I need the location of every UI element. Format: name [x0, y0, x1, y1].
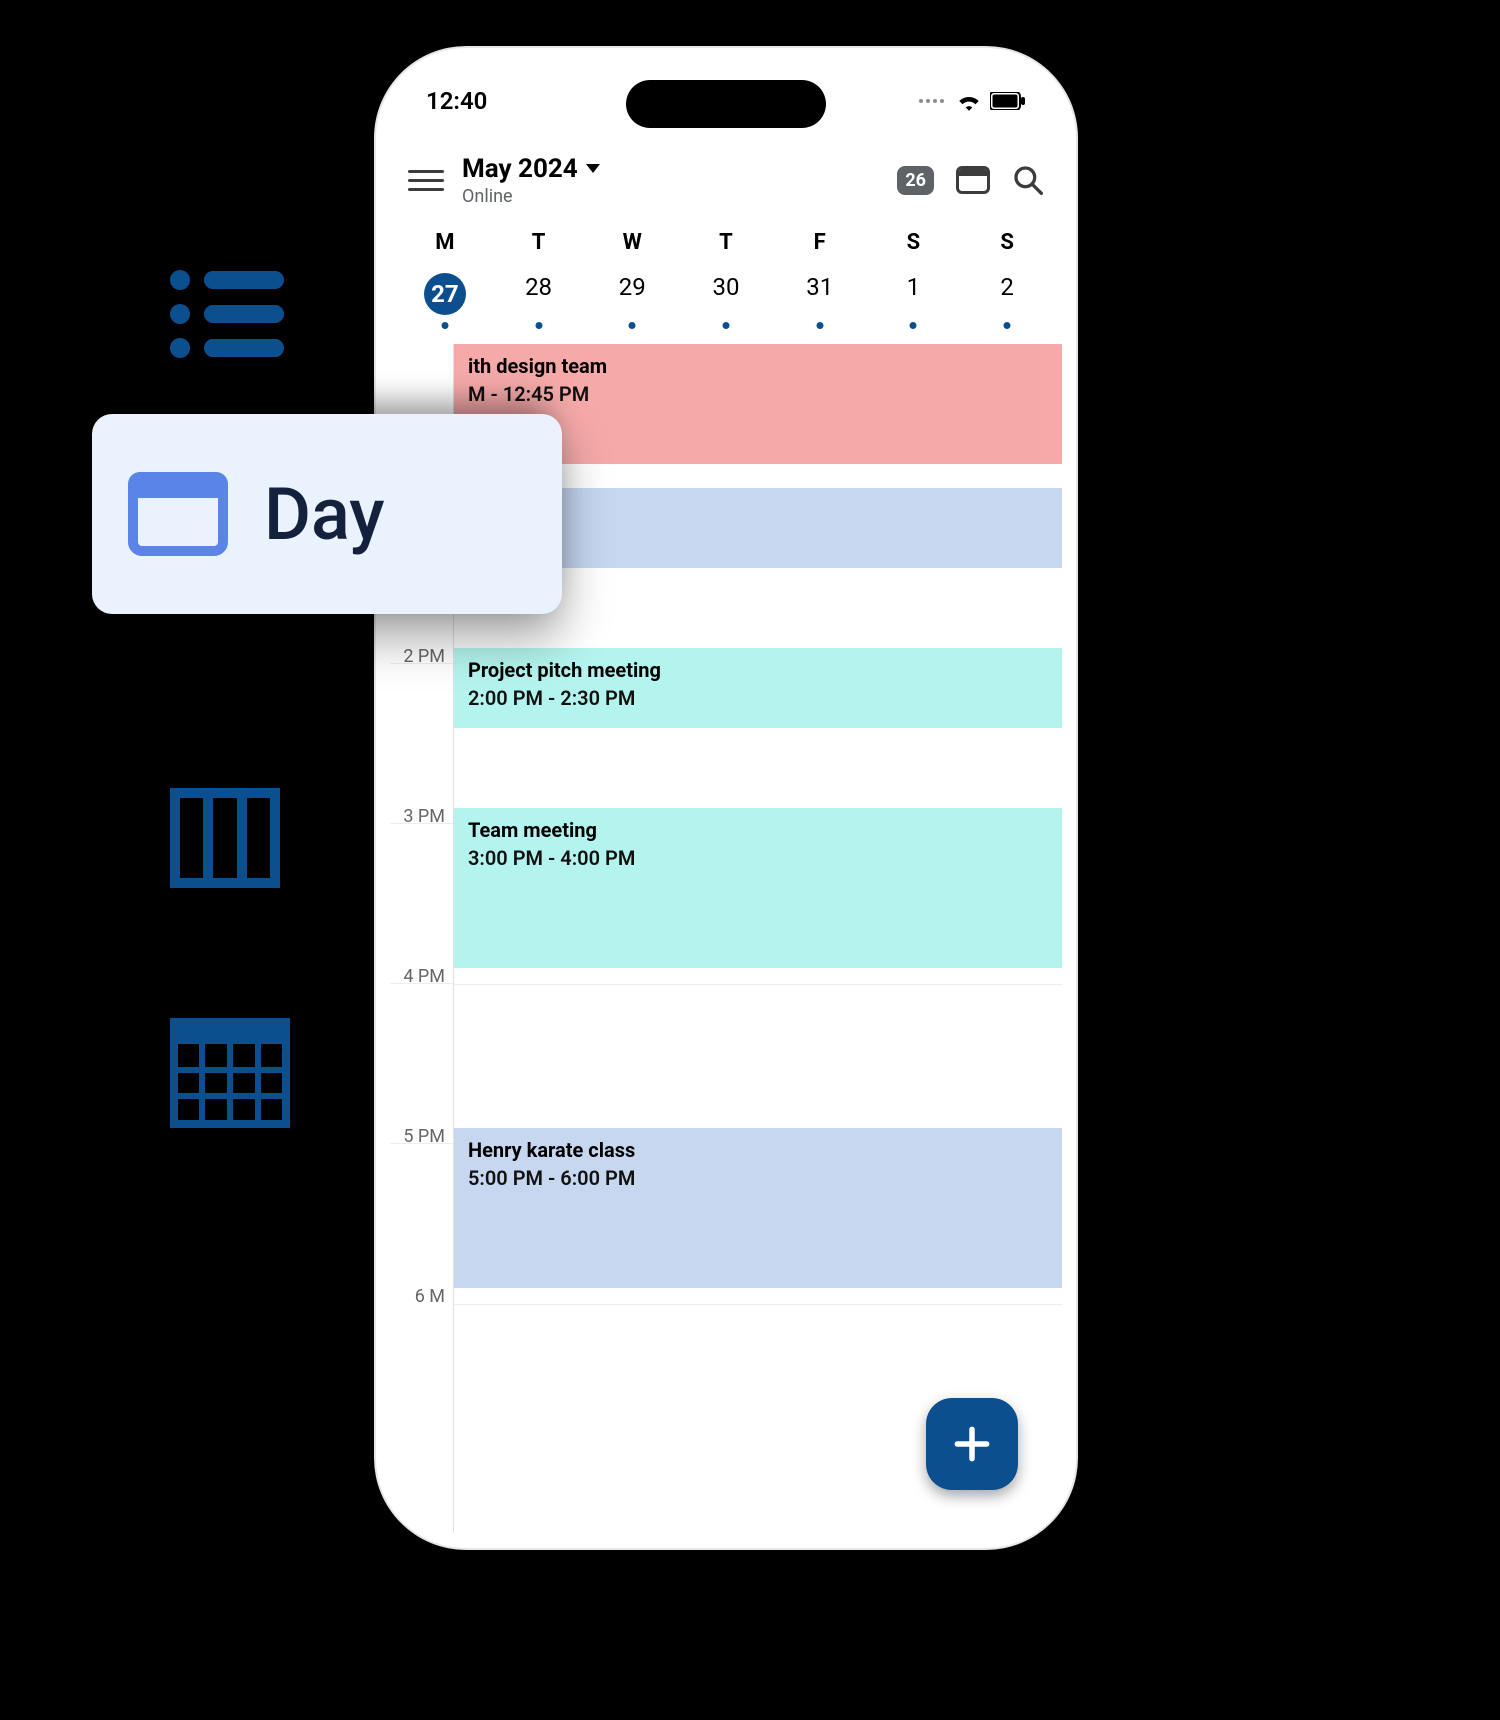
- dow-label: W: [585, 230, 679, 267]
- event-block[interactable]: Project pitch meeting 2:00 PM - 2:30 PM: [454, 648, 1062, 728]
- dow-label: F: [773, 230, 867, 267]
- phone-frame: 12:40 May 2024 Online 26: [376, 48, 1076, 1548]
- search-button[interactable]: [1012, 164, 1044, 196]
- month-view-icon: [170, 1018, 290, 1132]
- cellular-icon: [919, 99, 944, 103]
- event-block[interactable]: Henry karate class 5:00 PM - 6:00 PM: [454, 1128, 1062, 1288]
- columns-view-icon: [170, 788, 280, 888]
- event-title: ith design team: [468, 354, 1048, 378]
- dow-label: S: [867, 230, 961, 267]
- day-cell[interactable]: 1: [867, 267, 961, 333]
- title-block[interactable]: May 2024 Online: [462, 154, 879, 207]
- menu-button[interactable]: [408, 162, 444, 198]
- day-view-icon: [128, 472, 228, 556]
- battery-icon: [990, 92, 1026, 110]
- event-title: Henry karate class: [468, 1138, 1048, 1162]
- day-cell[interactable]: 28: [492, 267, 586, 333]
- event-time: M - 12:45 PM: [468, 382, 1048, 406]
- chevron-down-icon: [586, 164, 600, 173]
- dow-label: M: [398, 230, 492, 267]
- phone-notch: [626, 80, 826, 128]
- status-right: [919, 91, 1026, 111]
- day-cell[interactable]: 30: [679, 267, 773, 333]
- add-event-button[interactable]: [926, 1398, 1018, 1490]
- view-switch-button[interactable]: [956, 166, 990, 194]
- day-cell[interactable]: 27: [398, 267, 492, 333]
- dow-label: T: [679, 230, 773, 267]
- day-view-label: Day: [264, 472, 385, 557]
- day-cell[interactable]: 2: [960, 267, 1054, 333]
- day-cell[interactable]: 29: [585, 267, 679, 333]
- status-time: 12:40: [426, 87, 487, 115]
- dow-label: S: [960, 230, 1054, 267]
- today-button[interactable]: 26: [897, 166, 934, 195]
- event-block[interactable]: Team meeting 3:00 PM - 4:00 PM: [454, 808, 1062, 968]
- event-time: 3:00 PM - 4:00 PM: [468, 846, 1048, 870]
- hour-label: 6 M: [415, 1288, 445, 1307]
- day-cell[interactable]: 31: [773, 267, 867, 333]
- week-strip: M T W T F S S 27 28 29 30 31 1 2: [390, 220, 1062, 347]
- day-view-card[interactable]: Day: [92, 414, 562, 614]
- app-header: May 2024 Online 26: [390, 140, 1062, 220]
- event-time: 2:00 PM - 2:30 PM: [468, 686, 1048, 710]
- list-view-icon: [170, 270, 284, 358]
- dow-label: T: [492, 230, 586, 267]
- view-icons-overlay: [170, 270, 290, 1132]
- status-label: Online: [462, 186, 879, 207]
- event-title: Team meeting: [468, 818, 1048, 842]
- event-time: 5:00 PM - 6:00 PM: [468, 1166, 1048, 1190]
- event-title: Project pitch meeting: [468, 658, 1048, 682]
- month-label: May 2024: [462, 154, 578, 184]
- wifi-icon: [956, 91, 982, 111]
